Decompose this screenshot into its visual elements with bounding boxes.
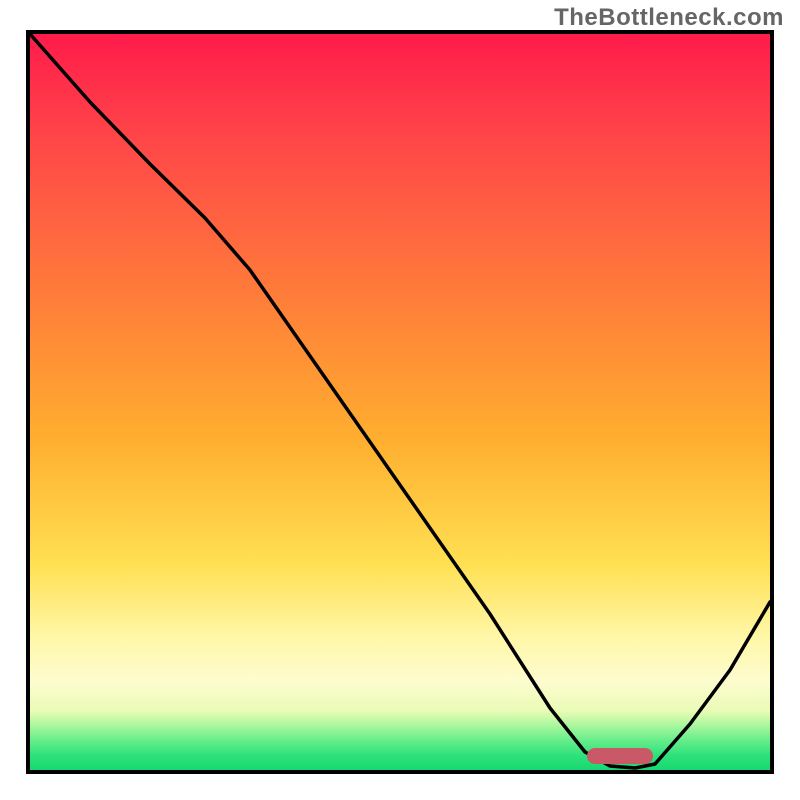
attribution-text: TheBottleneck.com xyxy=(554,4,784,32)
curve-path xyxy=(30,34,770,768)
optimal-range-marker xyxy=(587,748,653,764)
bottleneck-curve xyxy=(30,34,770,770)
chart-container: TheBottleneck.com xyxy=(0,0,800,800)
chart-frame xyxy=(26,30,774,774)
